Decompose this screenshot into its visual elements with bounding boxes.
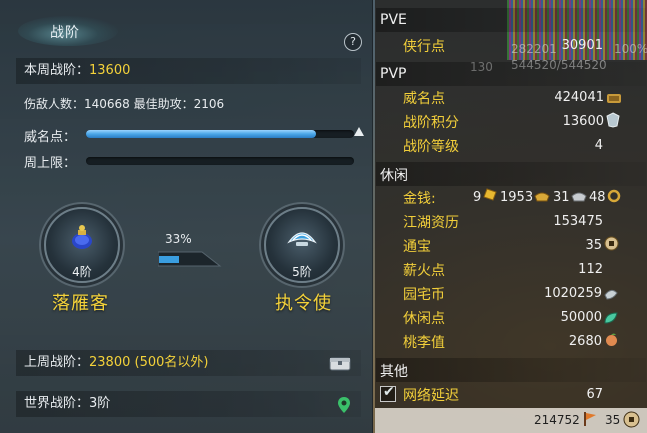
leisure-label-1: 通宝 (403, 239, 431, 255)
leisure-label-4: 休闲点 (403, 311, 445, 327)
last-week-rank-row: 上周战阶：23800 (500名以外) (16, 350, 361, 376)
leisure-label-5: 桃李值 (403, 335, 445, 351)
leisure-label-2: 薪火点 (403, 263, 445, 279)
map-pin-icon[interactable] (337, 396, 351, 424)
money-gold: 9 (473, 190, 482, 205)
pouch-icon (67, 222, 97, 256)
pvp-label-0: 威名点 (403, 91, 445, 107)
tongbao-coin-icon (604, 236, 619, 255)
next-rank-level: 5阶 (292, 265, 312, 279)
pvp-header: PVP (380, 66, 407, 82)
panel-header: 战阶 ? (0, 10, 373, 51)
prestige-bar-label: 威名点： (24, 130, 77, 145)
footer-coin-icon[interactable] (623, 411, 640, 432)
coin-ring-icon (607, 188, 621, 207)
money-copper-1: 31 (553, 190, 570, 205)
last-week-label: 上周战阶： (24, 355, 90, 370)
leisure-value-3: 1020259 (544, 286, 602, 301)
flag-icon[interactable] (581, 410, 599, 432)
leisure-value-5: 2680 (568, 334, 602, 349)
money-copper-2: 48 (589, 190, 606, 205)
world-rank-row: 世界战阶：3阶 (16, 391, 361, 417)
pve-section-band (376, 8, 646, 32)
pve-header: PVE (380, 12, 407, 28)
world-rank-label: 世界战阶：3阶 (24, 396, 111, 411)
cap-marker-icon (354, 127, 364, 136)
latency-value: 67 (586, 387, 603, 402)
current-rank-medal[interactable]: 4阶 (44, 207, 120, 283)
pvp-value-0: 424041 (554, 90, 604, 105)
latency-checkbox[interactable]: ✔ (380, 384, 396, 402)
prestige-bar-fill (86, 130, 317, 138)
next-rank-name: 执令使 (275, 293, 332, 314)
other-header: 其他 (380, 364, 408, 380)
pve-value-0: 30901 (561, 38, 603, 53)
chest-icon[interactable] (329, 355, 351, 381)
current-rank-name: 落雁客 (52, 293, 109, 314)
weekly-rank-label: 本周战阶： (24, 63, 90, 78)
prestige-bar (86, 130, 354, 138)
last-week-value: 23800 (500名以外) (89, 355, 209, 370)
leisure-value-2: 112 (578, 262, 603, 277)
rank-crest-icon (606, 112, 620, 132)
copper-ingot-icon (571, 188, 587, 207)
silver-ingot-icon (534, 188, 550, 207)
leisure-value-4: 50000 (560, 310, 602, 325)
gold-ingot-icon (482, 186, 498, 206)
latency-label: 网络延迟 (403, 388, 459, 404)
war-rank-panel: 战阶 ? 本周战阶：13600 伤敌人数：140668 最佳助攻：2106 威名… (0, 0, 373, 433)
peach-icon (604, 332, 619, 351)
strip-percent: 100% (614, 42, 647, 56)
house-coin-icon (603, 286, 619, 305)
current-rank-level: 4阶 (72, 265, 92, 279)
help-icon[interactable]: ? (344, 33, 362, 51)
pvp-value-1: 13600 (562, 114, 604, 129)
footer-right-value: 35 (605, 413, 621, 427)
leisure-label-3: 园宅币 (403, 287, 445, 303)
leisure-label-0: 江湖资历 (403, 215, 459, 231)
strip-number-1: 282201 (511, 42, 557, 56)
leaf-icon (603, 310, 619, 329)
prestige-token-icon (606, 90, 622, 109)
panel-title: 战阶 (50, 25, 80, 41)
kills-assists-line: 伤敌人数：140668 最佳助攻：2106 (24, 97, 225, 111)
week-cap-bar-label: 周上限： (24, 156, 77, 171)
money-silver: 1953 (500, 190, 534, 205)
pvp-label-2: 战阶等级 (403, 139, 459, 155)
rank-progress-percent: 33% (165, 232, 192, 246)
footer-left-value: 214752 (534, 413, 580, 427)
next-rank-medal[interactable]: 5阶 (264, 207, 340, 283)
check-icon: ✔ (383, 384, 395, 400)
leisure-value-1: 35 (585, 238, 602, 253)
leisure-section-band (376, 162, 646, 186)
fan-icon (286, 222, 318, 256)
pve-label-0: 侠行点 (403, 39, 445, 55)
rank-progress-arrow (158, 251, 222, 267)
other-section-band (376, 358, 646, 382)
week-cap-bar (86, 157, 354, 165)
weekly-rank-row: 本周战阶：13600 (16, 58, 361, 84)
pvp-label-1: 战阶积分 (403, 115, 459, 131)
pvp-value-2: 4 (594, 138, 603, 153)
pvp-section-band (376, 62, 646, 86)
weekly-rank-value: 13600 (89, 63, 131, 78)
leisure-header: 休闲 (380, 168, 408, 184)
money-label: 金钱: (403, 191, 436, 207)
leisure-value-0: 153475 (553, 214, 603, 229)
